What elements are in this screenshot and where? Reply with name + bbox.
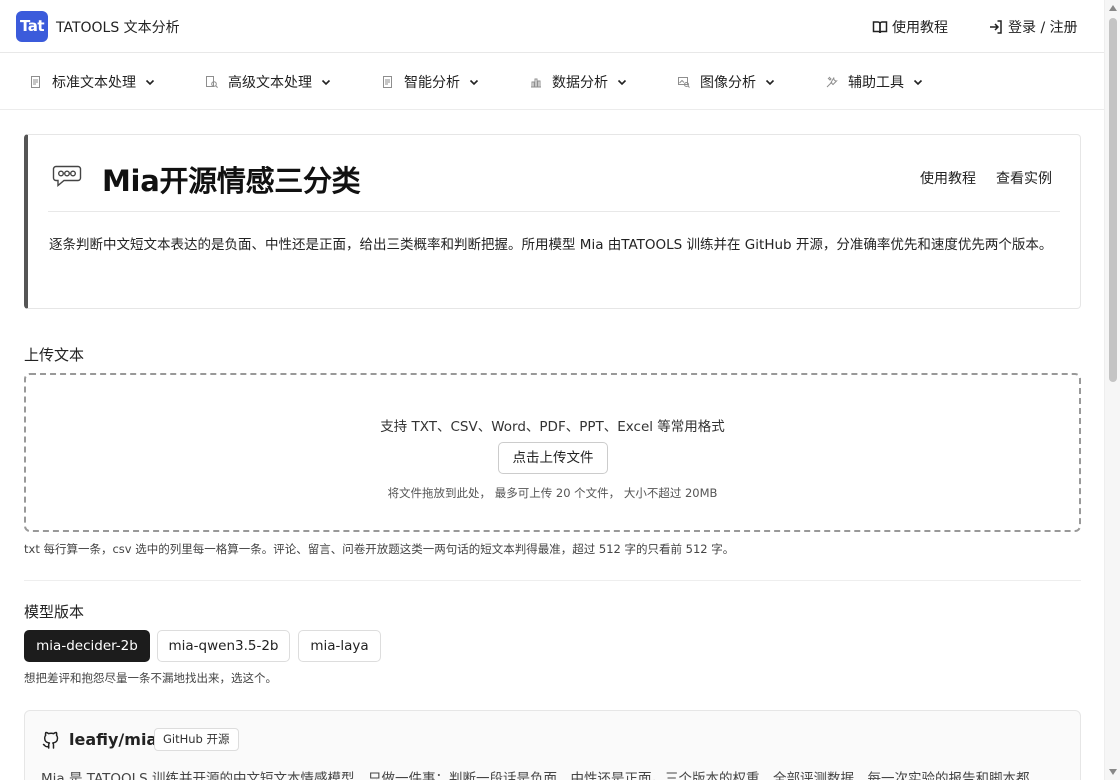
repo-card: leafiy/mia GitHub 开源 Mia 是 TATOOLS 训练并开源… <box>24 710 1081 780</box>
document-search-icon <box>206 76 218 88</box>
repo-description: Mia 是 TATOOLS 训练并开源的中文短文本情感模型，只做一件事：判断一段… <box>41 771 1030 780</box>
nav-item-data-analysis[interactable]: 数据分析 <box>530 72 628 92</box>
nav-item-label: 图像分析 <box>700 75 756 91</box>
version-option-mia-decider-2b[interactable]: mia-decider-2b <box>24 630 150 662</box>
view-example-link[interactable]: 查看实例 <box>996 168 1052 188</box>
nav-item-tools[interactable]: 辅助工具 <box>826 72 924 92</box>
nav-item-label: 数据分析 <box>552 75 608 91</box>
book-icon <box>872 21 888 34</box>
scroll-up-arrow-icon[interactable] <box>1109 5 1117 11</box>
chart-icon <box>531 78 541 88</box>
open-source-badge: GitHub 开源 <box>154 728 239 751</box>
tool-tutorial-link[interactable]: 使用教程 <box>920 168 976 188</box>
login-icon <box>990 20 1002 34</box>
chevron-down-icon <box>145 79 155 86</box>
nav-item-standard-text[interactable]: 标准文本处理 <box>30 72 156 92</box>
image-search-icon <box>678 77 690 88</box>
upload-file-button[interactable]: 点击上传文件 <box>498 442 608 474</box>
nav-item-advanced-text[interactable]: 高级文本处理 <box>206 72 332 92</box>
nav-item-label: 智能分析 <box>404 75 460 91</box>
tools-icon <box>826 76 838 88</box>
app-name[interactable]: TATOOLS 文本分析 <box>56 17 180 37</box>
upload-section-label: 上传文本 <box>24 346 85 364</box>
login-label: 登录 / 注册 <box>1008 20 1078 36</box>
chat-bubble-icon <box>52 165 82 187</box>
nav-item-image-analysis[interactable]: 图像分析 <box>678 72 776 92</box>
document-icon <box>383 76 392 88</box>
version-option-mia-qwen3-5-2b[interactable]: mia-qwen3.5-2b <box>157 630 290 662</box>
nav-item-label: 标准文本处理 <box>52 75 136 91</box>
main-nav: 标准文本处理 高级文本处理 智能分析 数据分析 图像分析 辅助工具 <box>0 54 1104 110</box>
repo-name-link[interactable]: leafiy/mia <box>69 730 157 749</box>
divider <box>24 580 1081 581</box>
model-helper-text: 想把差评和抱怨尽量一条不漏地找出来，选这个。 <box>24 671 277 685</box>
top-bar: Tat TATOOLS 文本分析 使用教程 登录 / 注册 <box>0 0 1104 53</box>
page-title: Mia开源情感三分类 <box>102 164 361 198</box>
nav-item-smart-analysis[interactable]: 智能分析 <box>382 72 480 92</box>
scroll-down-arrow-icon[interactable] <box>1109 769 1117 775</box>
upload-helper-text: txt 每行算一条，csv 选中的列里每一格算一条。评论、留言、问卷开放题这类一… <box>24 542 735 556</box>
chevron-down-icon <box>765 79 775 86</box>
file-dropzone[interactable]: 支持 TXT、CSV、Word、PDF、PPT、Excel 等常用格式 点击上传… <box>24 373 1081 532</box>
version-option-mia-laya[interactable]: mia-laya <box>298 630 381 662</box>
model-section-label: 模型版本 <box>24 603 85 621</box>
page-scrollbar[interactable] <box>1104 0 1120 780</box>
nav-item-label: 辅助工具 <box>848 75 904 91</box>
chevron-down-icon <box>321 79 331 86</box>
scroll-thumb[interactable] <box>1109 18 1117 382</box>
tutorial-label: 使用教程 <box>892 20 948 36</box>
chevron-down-icon <box>617 79 627 86</box>
document-icon <box>31 76 40 88</box>
dropzone-hint: 将文件拖放到此处， 最多可上传 20 个文件， 大小不超过 20MB <box>387 486 718 500</box>
supported-formats: 支持 TXT、CSV、Word、PDF、PPT、Excel 等常用格式 <box>380 419 725 435</box>
tutorial-link[interactable]: 使用教程 <box>872 17 948 37</box>
tool-description: 逐条判断中文短文本表达的是负面、中性还是正面，给出三类概率和判断把握。所用模型 … <box>49 237 1053 253</box>
divider <box>48 211 1060 212</box>
app-logo[interactable]: Tat <box>16 11 48 42</box>
nav-item-label: 高级文本处理 <box>228 75 312 91</box>
tool-header-card: Mia开源情感三分类 使用教程 查看实例 逐条判断中文短文本表达的是负面、中性还… <box>24 134 1081 309</box>
login-link[interactable]: 登录 / 注册 <box>988 17 1078 37</box>
chevron-down-icon <box>913 79 923 86</box>
chevron-down-icon <box>469 79 479 86</box>
github-icon <box>42 731 59 749</box>
